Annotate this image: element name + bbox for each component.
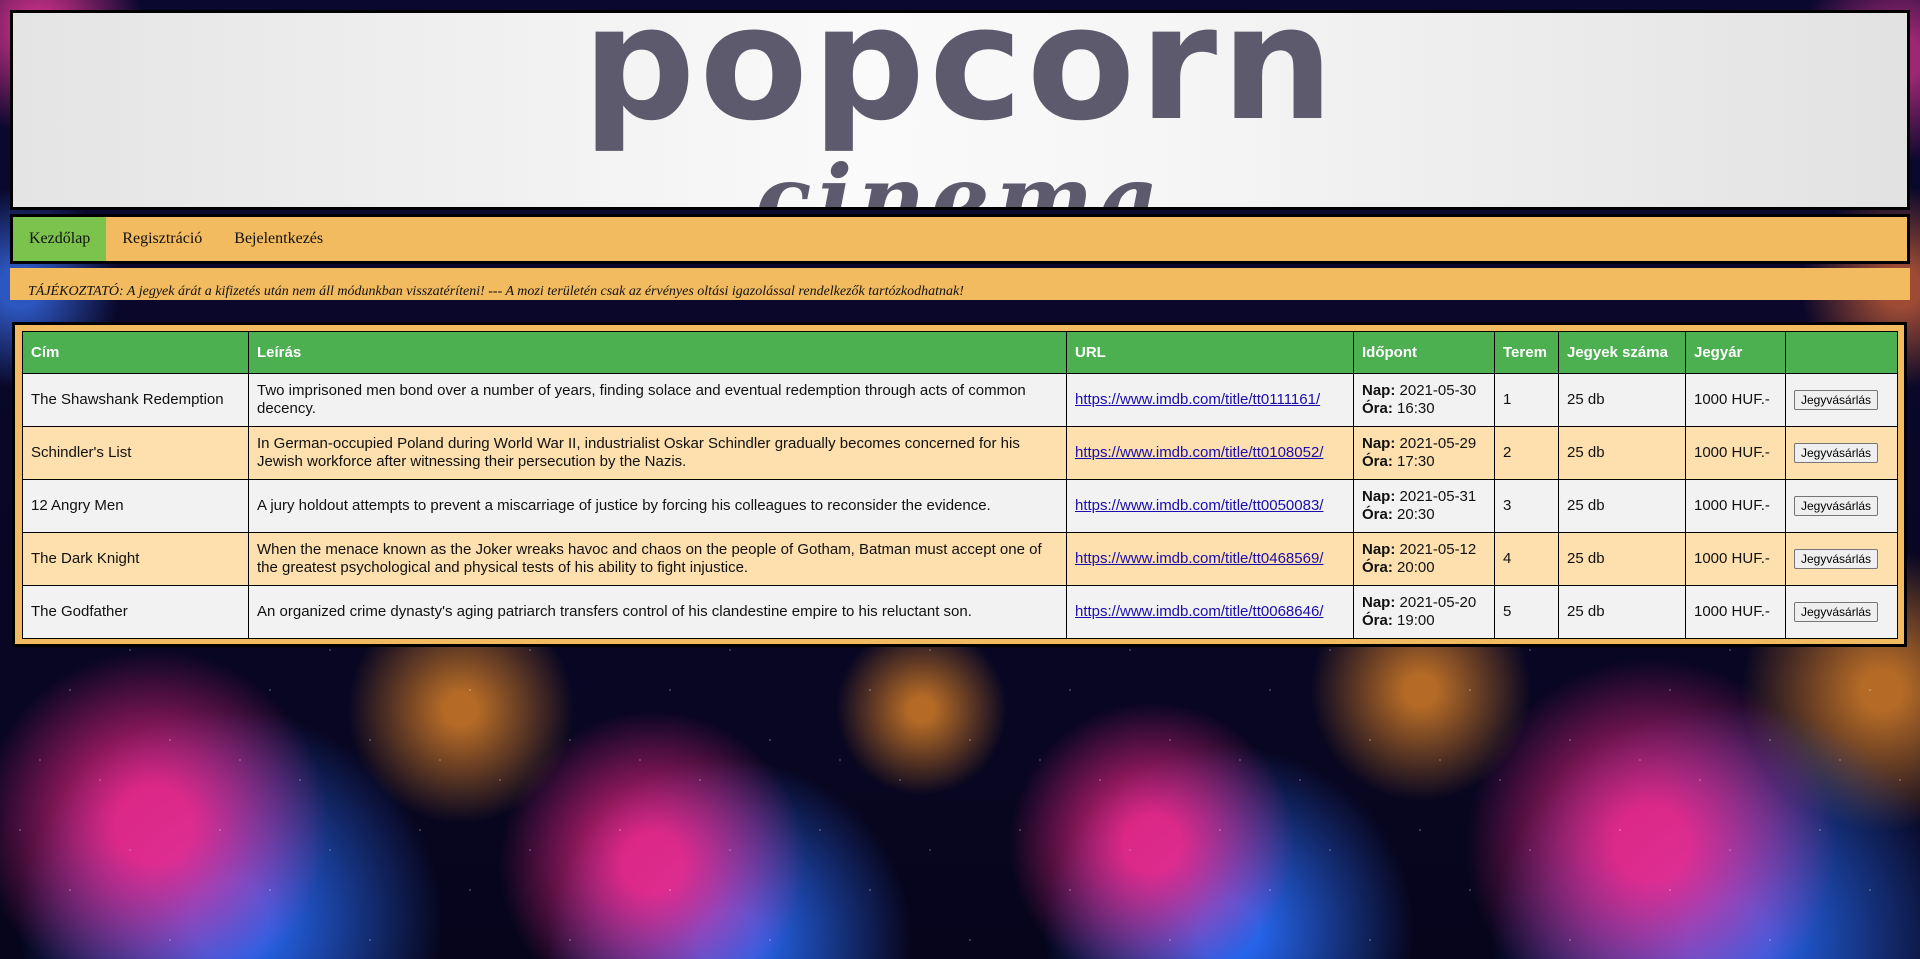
time-value: 20:00 — [1397, 559, 1435, 576]
cell-room: 4 — [1494, 532, 1559, 586]
time-label: Óra: — [1362, 453, 1393, 470]
time-value: 17:30 — [1397, 453, 1435, 470]
cell-price: 1000 HUF.- — [1685, 585, 1786, 639]
logo-popcorn: popcorn — [582, 10, 1338, 156]
table-row: The Shawshank Redemption Two imprisoned … — [22, 373, 1898, 427]
nav-item-register[interactable]: Regisztráció — [106, 217, 218, 261]
imdb-link[interactable]: https://www.imdb.com/title/tt0111161/ — [1075, 391, 1320, 408]
time-value: 20:30 — [1397, 506, 1435, 523]
cell-url: https://www.imdb.com/title/tt0068646/ — [1066, 585, 1354, 639]
cell-price: 1000 HUF.- — [1685, 532, 1786, 586]
cell-tickets: 25 db — [1558, 585, 1686, 639]
nav-item-login[interactable]: Bejelentkezés — [218, 217, 339, 261]
screenings-table: Cím Leírás URL Időpont Terem Jegyek szám… — [22, 331, 1898, 639]
cell-description: An organized crime dynasty's aging patri… — [248, 585, 1067, 639]
cell-room: 1 — [1494, 373, 1559, 427]
cell-datetime: Nap: 2021-05-30 Óra: 16:30 — [1353, 373, 1495, 427]
imdb-link[interactable]: https://www.imdb.com/title/tt0108052/ — [1075, 444, 1323, 461]
table-row: The Dark Knight When the menace known as… — [22, 532, 1898, 586]
cell-price: 1000 HUF.- — [1685, 426, 1786, 480]
cell-url: https://www.imdb.com/title/tt0468569/ — [1066, 532, 1354, 586]
logo-cinema: cinema — [755, 145, 1165, 210]
cell-room: 3 — [1494, 479, 1559, 533]
cell-tickets: 25 db — [1558, 532, 1686, 586]
day-value: 2021-05-29 — [1399, 435, 1477, 452]
header-banner: popcorn cinema — [10, 10, 1910, 210]
screenings-table-container: Cím Leírás URL Időpont Terem Jegyek szám… — [12, 322, 1907, 647]
imdb-link[interactable]: https://www.imdb.com/title/tt0468569/ — [1075, 550, 1323, 567]
table-row: Schindler's List In German-occupied Pola… — [22, 426, 1898, 480]
day-label: Nap: — [1362, 541, 1396, 558]
cell-action: Jegyvásárlás — [1785, 532, 1898, 586]
column-header-time: Időpont — [1353, 331, 1495, 374]
cell-action: Jegyvásárlás — [1785, 585, 1898, 639]
day-value: 2021-05-31 — [1399, 488, 1477, 505]
cell-title: Schindler's List — [22, 426, 249, 480]
cell-price: 1000 HUF.- — [1685, 479, 1786, 533]
cell-title: The Dark Knight — [22, 532, 249, 586]
cell-price: 1000 HUF.- — [1685, 373, 1786, 427]
cell-action: Jegyvásárlás — [1785, 373, 1898, 427]
time-label: Óra: — [1362, 612, 1393, 629]
day-label: Nap: — [1362, 382, 1396, 399]
table-header-row: Cím Leírás URL Időpont Terem Jegyek szám… — [22, 331, 1898, 374]
cell-description: When the menace known as the Joker wreak… — [248, 532, 1067, 586]
buy-ticket-button[interactable]: Jegyvásárlás — [1794, 443, 1879, 463]
buy-ticket-button[interactable]: Jegyvásárlás — [1794, 496, 1879, 516]
day-value: 2021-05-12 — [1399, 541, 1477, 558]
day-label: Nap: — [1362, 488, 1396, 505]
cell-title: The Shawshank Redemption — [22, 373, 249, 427]
cell-title: 12 Angry Men — [22, 479, 249, 533]
buy-ticket-button[interactable]: Jegyvásárlás — [1794, 602, 1879, 622]
cell-datetime: Nap: 2021-05-12 Óra: 20:00 — [1353, 532, 1495, 586]
notice-bar: TÁJÉKOZTATÓ: A jegyek árát a kifizetés u… — [10, 268, 1910, 300]
cell-description: A jury holdout attempts to prevent a mis… — [248, 479, 1067, 533]
cell-action: Jegyvásárlás — [1785, 479, 1898, 533]
cell-datetime: Nap: 2021-05-29 Óra: 17:30 — [1353, 426, 1495, 480]
day-label: Nap: — [1362, 435, 1396, 452]
cell-description: In German-occupied Poland during World W… — [248, 426, 1067, 480]
navbar: Kezdőlap Regisztráció Bejelentkezés — [10, 214, 1910, 264]
notice-text: TÁJÉKOZTATÓ: A jegyek árát a kifizetés u… — [28, 284, 964, 299]
column-header-room: Terem — [1494, 331, 1559, 374]
column-header-action — [1785, 331, 1898, 374]
day-label: Nap: — [1362, 594, 1396, 611]
table-row: 12 Angry Men A jury holdout attempts to … — [22, 479, 1898, 533]
imdb-link[interactable]: https://www.imdb.com/title/tt0068646/ — [1075, 603, 1323, 620]
time-label: Óra: — [1362, 400, 1393, 417]
column-header-price: Jegyár — [1685, 331, 1786, 374]
cell-tickets: 25 db — [1558, 426, 1686, 480]
table-row: The Godfather An organized crime dynasty… — [22, 585, 1898, 639]
cell-tickets: 25 db — [1558, 373, 1686, 427]
cell-url: https://www.imdb.com/title/tt0108052/ — [1066, 426, 1354, 480]
cell-action: Jegyvásárlás — [1785, 426, 1898, 480]
cell-datetime: Nap: 2021-05-20 Óra: 19:00 — [1353, 585, 1495, 639]
column-header-tickets: Jegyek száma — [1558, 331, 1686, 374]
cell-url: https://www.imdb.com/title/tt0050083/ — [1066, 479, 1354, 533]
time-label: Óra: — [1362, 506, 1393, 523]
buy-ticket-button[interactable]: Jegyvásárlás — [1794, 390, 1879, 410]
column-header-description: Leírás — [248, 331, 1067, 374]
imdb-link[interactable]: https://www.imdb.com/title/tt0050083/ — [1075, 497, 1323, 514]
column-header-url: URL — [1066, 331, 1354, 374]
cell-url: https://www.imdb.com/title/tt0111161/ — [1066, 373, 1354, 427]
time-value: 19:00 — [1397, 612, 1435, 629]
day-value: 2021-05-30 — [1399, 382, 1477, 399]
time-value: 16:30 — [1397, 400, 1435, 417]
cell-description: Two imprisoned men bond over a number of… — [248, 373, 1067, 427]
time-label: Óra: — [1362, 559, 1393, 576]
cell-tickets: 25 db — [1558, 479, 1686, 533]
cell-room: 5 — [1494, 585, 1559, 639]
buy-ticket-button[interactable]: Jegyvásárlás — [1794, 549, 1879, 569]
column-header-title: Cím — [22, 331, 249, 374]
cell-title: The Godfather — [22, 585, 249, 639]
nav-item-home[interactable]: Kezdőlap — [13, 217, 107, 261]
cell-room: 2 — [1494, 426, 1559, 480]
day-value: 2021-05-20 — [1399, 594, 1477, 611]
cell-datetime: Nap: 2021-05-31 Óra: 20:30 — [1353, 479, 1495, 533]
